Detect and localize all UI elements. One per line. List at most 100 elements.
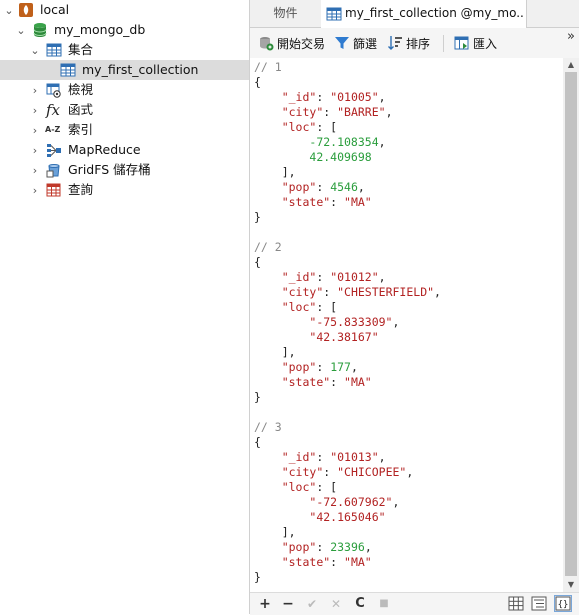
filter-label: 篩選: [353, 36, 378, 51]
punct: ],: [281, 525, 296, 539]
import-button[interactable]: 匯入: [454, 28, 497, 58]
svg-text:{}: {}: [558, 600, 569, 610]
code-line: "_id": "01012",: [254, 270, 386, 285]
tree-node-functions[interactable]: › fx 函式: [0, 100, 249, 120]
array-value: 42.409698: [309, 150, 372, 164]
toolbar-separator: [443, 35, 444, 52]
filter-button[interactable]: 篩選: [334, 28, 377, 58]
field-key: "city": [281, 285, 324, 299]
code-line: "loc": [: [254, 300, 337, 315]
punct: ,: [378, 135, 386, 149]
chevron-down-icon[interactable]: ⌄: [29, 40, 41, 60]
punct: ],: [281, 345, 296, 359]
field-key: "state": [281, 555, 331, 569]
field-value: "01005": [330, 90, 379, 104]
tree-node-collection-selected[interactable]: my_first_collection: [0, 60, 249, 80]
chevron-right-icon[interactable]: ›: [29, 80, 41, 100]
navigator-tree: ⌄ local ⌄ my_mongo_db ⌄ 集合 my_first_coll…: [0, 0, 249, 614]
code-line: "_id": "01013",: [254, 450, 386, 465]
code-line: "42.38167": [254, 330, 379, 345]
apply-changes-button[interactable]: ✔: [303, 594, 321, 614]
toolbar-overflow-icon[interactable]: »: [567, 29, 575, 44]
tab-objects[interactable]: 物件: [250, 0, 322, 27]
tree-label: my_first_collection: [82, 62, 199, 77]
chevron-down-icon[interactable]: ⌄: [15, 20, 27, 40]
chevron-down-icon[interactable]: ⌄: [3, 0, 15, 20]
code-line: "pop": 177,: [254, 360, 358, 375]
sort-button[interactable]: 排序: [387, 28, 430, 58]
tree-view-icon[interactable]: [531, 596, 547, 611]
stop-button[interactable]: ■: [375, 594, 393, 614]
punct: :: [323, 285, 338, 299]
chevron-right-icon[interactable]: ›: [29, 100, 41, 120]
code-line: "42.165046": [254, 510, 385, 525]
query-icon: [46, 183, 61, 197]
tree-node-connection[interactable]: ⌄ local: [0, 0, 249, 20]
code-line: "state": "MA": [254, 375, 372, 390]
scroll-down-icon[interactable]: ▼: [563, 578, 579, 592]
field-key: "_id": [281, 90, 317, 104]
field-key: "city": [281, 105, 324, 119]
tree-node-queries[interactable]: › 查詢: [0, 180, 249, 200]
tree-node-views[interactable]: › 檢視: [0, 80, 249, 100]
punct: : [: [316, 300, 338, 314]
add-document-button[interactable]: +: [256, 594, 274, 614]
field-key: "loc": [281, 300, 317, 314]
begin-transaction-label: 開始交易: [277, 36, 326, 51]
tree-node-gridfs[interactable]: › GridFS 儲存桶: [0, 160, 249, 180]
code-line: {: [254, 435, 261, 450]
database-icon: [33, 23, 47, 37]
grid-view-icon[interactable]: [508, 596, 524, 611]
tree-node-indexes[interactable]: › A-Z 索引: [0, 120, 249, 140]
chevron-right-icon[interactable]: ›: [29, 160, 41, 180]
array-value: "42.38167": [309, 330, 379, 344]
field-key: "state": [281, 375, 331, 389]
tab-collection[interactable]: my_first_collection @my_mo...: [321, 0, 527, 28]
tree-node-mapreduce[interactable]: › MapReduce: [0, 140, 249, 160]
chevron-right-icon[interactable]: ›: [29, 180, 41, 200]
refresh-button[interactable]: C: [351, 594, 369, 614]
tree-label: 查詢: [68, 182, 94, 197]
tree-label: my_mongo_db: [54, 22, 146, 37]
discard-changes-button[interactable]: ✕: [327, 594, 345, 614]
scrollbar-thumb[interactable]: [565, 72, 577, 576]
punct: :: [316, 270, 331, 284]
document-editor[interactable]: // 1{ "_id": "01005", "city": "BARRE", "…: [250, 58, 563, 592]
punct: : [: [316, 480, 338, 494]
toolbar: 開始交易 篩選 排序 匯入 »: [250, 28, 579, 59]
punct: ,: [392, 495, 400, 509]
tree-node-database[interactable]: ⌄ my_mongo_db: [0, 20, 249, 40]
field-key: "pop": [281, 180, 317, 194]
tree-label: 集合: [68, 42, 94, 57]
punct: :: [316, 180, 331, 194]
tree-node-collections[interactable]: ⌄ 集合: [0, 40, 249, 60]
punct: :: [316, 450, 331, 464]
field-value: 177: [330, 360, 351, 374]
code-line: }: [254, 210, 261, 225]
code-line: "city": "BARRE",: [254, 105, 393, 120]
code-line: "state": "MA": [254, 195, 372, 210]
code-line: "state": "MA": [254, 555, 372, 570]
field-key: "_id": [281, 270, 317, 284]
json-view-icon[interactable]: {}: [554, 595, 572, 612]
delete-document-button[interactable]: −: [279, 594, 297, 614]
code-line: }: [254, 390, 261, 405]
vertical-scrollbar[interactable]: ▲ ▼: [563, 58, 579, 592]
punct: :: [330, 555, 345, 569]
field-value: "CHICOPEE": [337, 465, 407, 479]
tab-collection-label: my_first_collection @my_mo...: [345, 6, 523, 20]
sort-label: 排序: [406, 36, 431, 51]
index-az-icon: A-Z: [45, 125, 61, 134]
punct: ,: [385, 105, 393, 119]
scroll-up-icon[interactable]: ▲: [563, 58, 579, 72]
chevron-right-icon[interactable]: ›: [29, 140, 41, 160]
field-value: "MA": [344, 195, 372, 209]
code-line: "loc": [: [254, 120, 337, 135]
chevron-right-icon[interactable]: ›: [29, 120, 41, 140]
begin-transaction-button[interactable]: 開始交易: [258, 28, 325, 58]
punct: ,: [406, 465, 414, 479]
field-value: "01012": [330, 270, 379, 284]
brace: {: [254, 435, 261, 449]
field-key: "pop": [281, 540, 317, 554]
tab-bar: 物件 my_first_collection @my_mo...: [250, 0, 579, 28]
